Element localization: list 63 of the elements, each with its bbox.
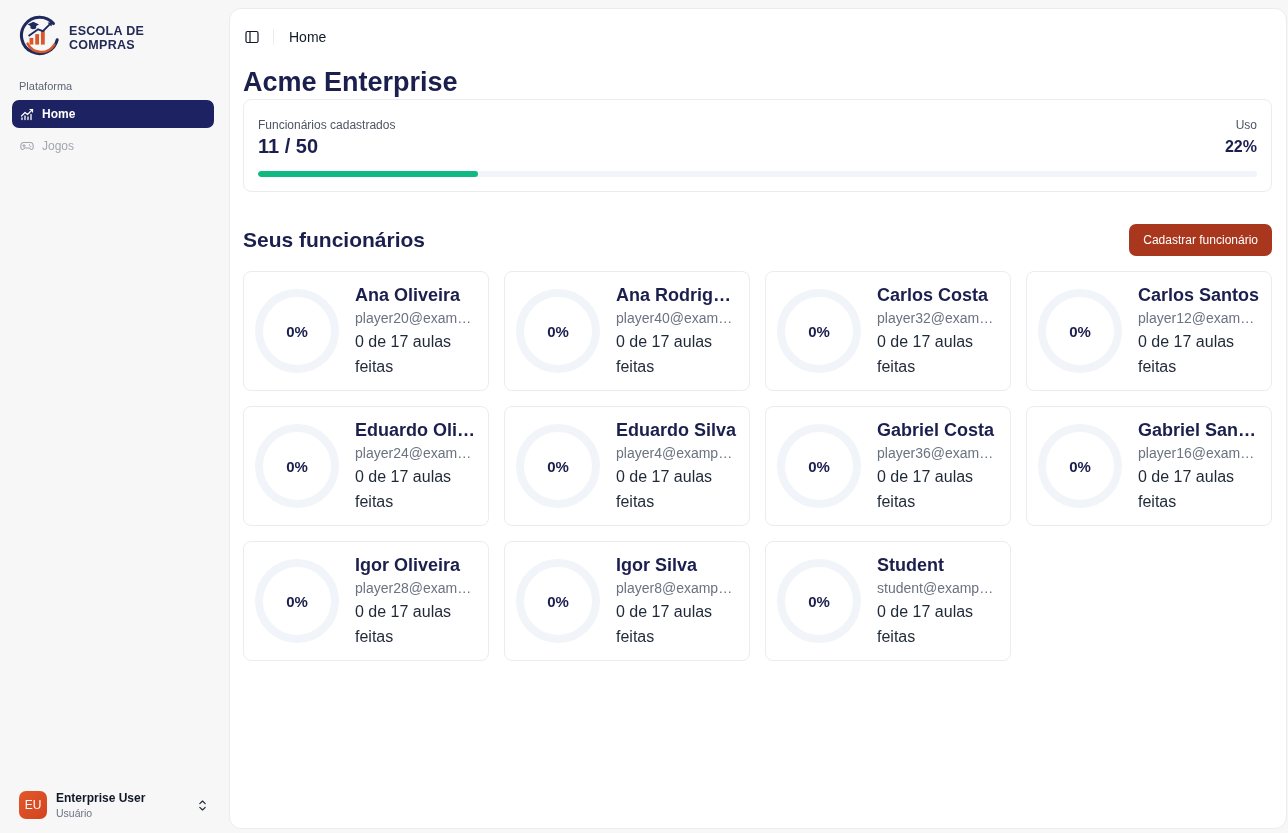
lessons-completed: 0 de 17 aulas feitas xyxy=(877,467,975,512)
nav-group-label: Plataforma xyxy=(19,80,73,92)
progress-percent: 0% xyxy=(547,322,569,340)
lessons-completed: 0 de 17 aulas feitas xyxy=(355,332,453,377)
lessons-completed: 0 de 17 aulas feitas xyxy=(616,602,714,647)
lessons-completed: 0 de 17 aulas feitas xyxy=(616,467,714,512)
employee-name: Carlos Costa xyxy=(877,284,989,307)
employee-email: player24@exam… xyxy=(355,444,472,463)
employee-name: Gabriel Costa xyxy=(877,419,995,442)
page-title: Acme Enterprise xyxy=(243,66,458,99)
user-avatar: EU xyxy=(19,791,47,819)
employee-email: player16@exam… xyxy=(1138,444,1255,463)
employee-name: Eduardo Oli… xyxy=(355,419,475,442)
employee-count: 11 / 50 xyxy=(258,135,319,158)
sidebar-toggle-icon[interactable] xyxy=(245,30,259,44)
nav-item[interactable]: Home xyxy=(12,100,214,128)
lessons-completed: 0 de 17 aulas feitas xyxy=(355,467,453,512)
employee-email: player32@exam… xyxy=(877,309,994,328)
logo-text: ESCOLA DE COMPRAS xyxy=(69,23,145,52)
progress-percent: 0% xyxy=(286,322,308,340)
lessons-completed: 0 de 17 aulas feitas xyxy=(877,332,975,377)
lessons-completed: 0 de 17 aulas feitas xyxy=(1138,467,1236,512)
employee-email: player12@exam… xyxy=(1138,309,1255,328)
add-employee-button[interactable]: Cadastrar funcionário xyxy=(1129,224,1272,256)
lessons-completed: 0 de 17 aulas feitas xyxy=(877,602,975,647)
employee-name: Igor Oliveira xyxy=(355,554,461,577)
usage-label: Funcionários cadastrados xyxy=(258,118,396,132)
progress-percent: 0% xyxy=(808,592,830,610)
employee-email: player20@exam… xyxy=(355,309,472,328)
employee-email: player36@exam… xyxy=(877,444,994,463)
breadcrumb: Home xyxy=(289,29,327,45)
progress-percent: 0% xyxy=(286,457,308,475)
progress-percent: 0% xyxy=(547,592,569,610)
employee-email: player40@exam… xyxy=(616,309,733,328)
employee-email: student@examp… xyxy=(877,579,994,598)
employee-name: Ana Oliveira xyxy=(355,284,461,307)
progress-percent: 0% xyxy=(286,592,308,610)
chart-icon xyxy=(20,107,34,121)
lessons-completed: 0 de 17 aulas feitas xyxy=(1138,332,1236,377)
chevron-up-down-icon[interactable] xyxy=(198,798,207,812)
employee-name: Eduardo Silva xyxy=(616,419,737,442)
user-role: Usuário xyxy=(56,807,93,819)
user-name: Enterprise User xyxy=(56,791,146,805)
progress-percent: 0% xyxy=(808,457,830,475)
employee-name: Carlos Santos xyxy=(1138,284,1260,307)
employee-email: player4@examp… xyxy=(616,444,733,463)
lessons-completed: 0 de 17 aulas feitas xyxy=(616,332,714,377)
employee-name: Igor Silva xyxy=(616,554,698,577)
progress-percent: 0% xyxy=(547,457,569,475)
employee-name: Student xyxy=(877,554,944,577)
progress-percent: 0% xyxy=(1069,457,1091,475)
logo-icon xyxy=(19,14,61,58)
employee-email: player8@examp… xyxy=(616,579,733,598)
lessons-completed: 0 de 17 aulas feitas xyxy=(355,602,453,647)
employee-name: Gabriel San… xyxy=(1138,419,1257,442)
employee-email: player28@exam… xyxy=(355,579,472,598)
usage-percent: 22% xyxy=(1224,138,1257,156)
employee-name: Ana Rodrig… xyxy=(616,284,731,307)
section-title: Seus funcionários xyxy=(243,228,426,252)
progress-percent: 0% xyxy=(808,322,830,340)
progress-percent: 0% xyxy=(1069,322,1091,340)
gamepad-icon xyxy=(20,139,34,153)
usage-label: Uso xyxy=(1235,118,1257,132)
